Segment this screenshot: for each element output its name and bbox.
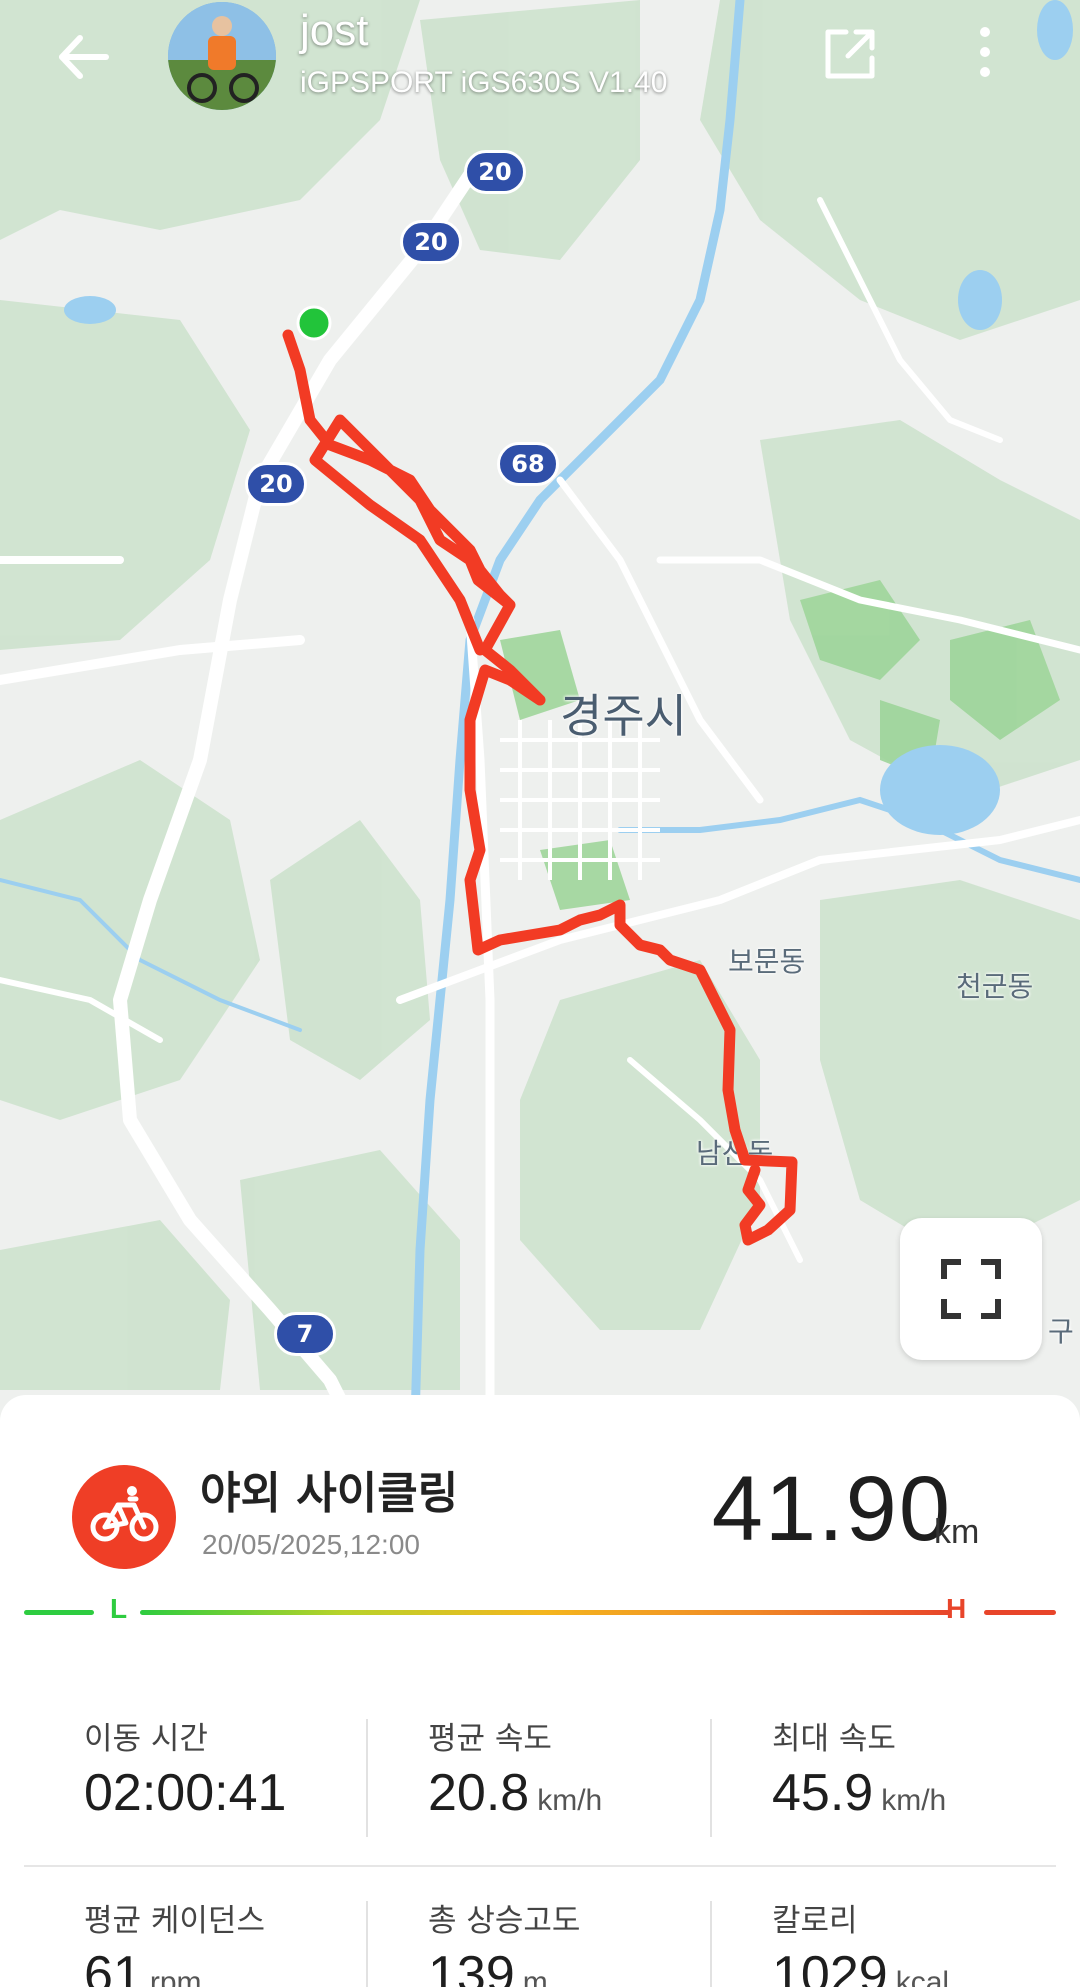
stat-value: 1029 kcal bbox=[772, 1945, 949, 1987]
stat-unit: km/h bbox=[881, 1784, 947, 1817]
intensity-bar: L H bbox=[24, 1593, 1056, 1633]
stats-row: 평균 케이던스 61 rpm 총 상승고도 139 m 칼로리 1029 kcal bbox=[24, 1895, 1056, 1987]
arrow-left-icon bbox=[59, 35, 109, 79]
stat-unit: rpm bbox=[149, 1966, 202, 1987]
row-divider bbox=[24, 1865, 1056, 1867]
stat-value: 02:00:41 bbox=[84, 1764, 287, 1822]
stat-total-ascent: 총 상승고도 139 m bbox=[368, 1895, 712, 1987]
stat-label: 평균 속도 bbox=[428, 1721, 552, 1757]
share-external-icon bbox=[825, 29, 875, 79]
activity-summary-panel: 야외 사이클링 20/05/2025,12:00 41.90 km L H 이동… bbox=[0, 1395, 1080, 1987]
user-name: jost bbox=[300, 6, 369, 55]
stat-avg-speed: 평균 속도 20.8 km/h bbox=[368, 1713, 712, 1843]
top-bar: jost iGPSPORT iGS630S V1.40 bbox=[0, 0, 1080, 130]
share-button[interactable] bbox=[818, 22, 882, 86]
stat-unit: m bbox=[522, 1966, 548, 1987]
route-overlay bbox=[282, 305, 798, 1246]
stat-label: 이동 시간 bbox=[84, 1721, 208, 1757]
intensity-low-segment bbox=[24, 1610, 94, 1615]
bicycle-icon bbox=[90, 1486, 159, 1542]
distance-value: 41.90 bbox=[711, 1458, 952, 1560]
stat-value: 20.8 km/h bbox=[428, 1764, 603, 1822]
intensity-high-segment bbox=[984, 1610, 1056, 1615]
distance-unit: km bbox=[934, 1513, 980, 1551]
more-vertical-icon bbox=[980, 27, 990, 77]
sport-type-badge bbox=[72, 1465, 176, 1569]
avatar-image bbox=[168, 2, 276, 110]
start-marker bbox=[296, 305, 332, 341]
more-options-button[interactable] bbox=[968, 22, 1002, 86]
stat-value: 45.9 km/h bbox=[772, 1764, 947, 1822]
stat-label: 총 상승고도 bbox=[428, 1903, 581, 1939]
route-line bbox=[282, 329, 798, 1246]
stat-label: 최대 속도 bbox=[772, 1721, 896, 1757]
stat-value: 61 rpm bbox=[84, 1945, 202, 1987]
stat-max-speed: 최대 속도 45.9 km/h bbox=[712, 1713, 1056, 1843]
stat-unit: kcal bbox=[895, 1966, 950, 1987]
fullscreen-icon bbox=[941, 1259, 1001, 1319]
fullscreen-button[interactable] bbox=[900, 1218, 1042, 1360]
stats-row: 이동 시간 02:00:41 평균 속도 20.8 km/h 최대 속도 45.9… bbox=[24, 1713, 1056, 1843]
intensity-high-label: H bbox=[946, 1593, 967, 1624]
stat-unit: km/h bbox=[537, 1784, 603, 1817]
intensity-gradient bbox=[140, 1610, 950, 1615]
activity-type-label: 야외 사이클링 bbox=[200, 1468, 459, 1519]
back-button[interactable] bbox=[50, 22, 120, 92]
activity-datetime: 20/05/2025,12:00 bbox=[202, 1529, 420, 1560]
stat-label: 평균 케이던스 bbox=[84, 1903, 265, 1939]
stat-calories: 칼로리 1029 kcal bbox=[712, 1895, 1056, 1987]
route-map[interactable]: 20 20 20 68 7 경주시 보문동 천군동 남산동 구 bbox=[0, 0, 1080, 1420]
intensity-low-label: L bbox=[110, 1593, 128, 1624]
stat-moving-time: 이동 시간 02:00:41 bbox=[24, 1713, 368, 1843]
avatar[interactable] bbox=[168, 2, 276, 110]
stat-label: 칼로리 bbox=[772, 1903, 858, 1939]
stat-value: 139 m bbox=[428, 1945, 548, 1987]
device-name: iGPSPORT iGS630S V1.40 bbox=[300, 66, 668, 99]
stat-avg-cadence: 평균 케이던스 61 rpm bbox=[24, 1895, 368, 1987]
